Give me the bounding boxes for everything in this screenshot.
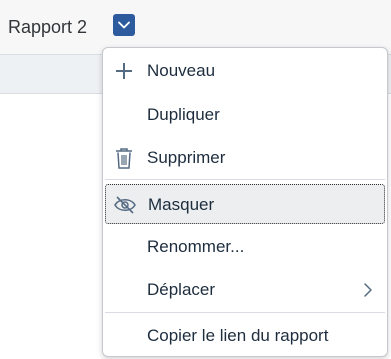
menu-separator: [105, 179, 385, 180]
chevron-down-icon: [118, 21, 130, 29]
menu-item-label: Supprimer: [147, 148, 226, 167]
menu-item-label: Renommer...: [147, 237, 245, 256]
menu-separator: [105, 312, 385, 313]
menu-item-label: Nouveau: [147, 61, 216, 80]
menu-item-masquer[interactable]: Masquer: [105, 184, 385, 224]
menu-item-label: Copier le lien du rapport: [147, 326, 329, 345]
trash-icon: [113, 147, 135, 169]
menu-item-label: Dupliquer: [147, 105, 220, 124]
menu-item-renommer[interactable]: Renommer...: [105, 227, 385, 267]
chevron-right-icon: [364, 283, 372, 297]
menu-item-deplacer[interactable]: Déplacer: [105, 270, 385, 310]
menu-item-copier-lien[interactable]: Copier le lien du rapport: [105, 316, 385, 356]
menu-item-dupliquer[interactable]: Dupliquer: [105, 95, 385, 135]
plus-icon: [113, 60, 135, 82]
context-menu: Nouveau Dupliquer Supprimer Masquer Reno…: [102, 47, 388, 357]
menu-item-nouveau[interactable]: Nouveau: [105, 51, 385, 91]
menu-item-supprimer[interactable]: Supprimer: [105, 138, 385, 178]
tab-title[interactable]: Rapport 2: [8, 15, 87, 39]
tab-dropdown-button[interactable]: [113, 14, 135, 36]
menu-item-label: Masquer: [148, 195, 215, 214]
eye-slash-icon: [114, 194, 136, 216]
tab-bar: Rapport 2: [0, 0, 391, 54]
menu-item-label: Déplacer: [147, 280, 216, 299]
